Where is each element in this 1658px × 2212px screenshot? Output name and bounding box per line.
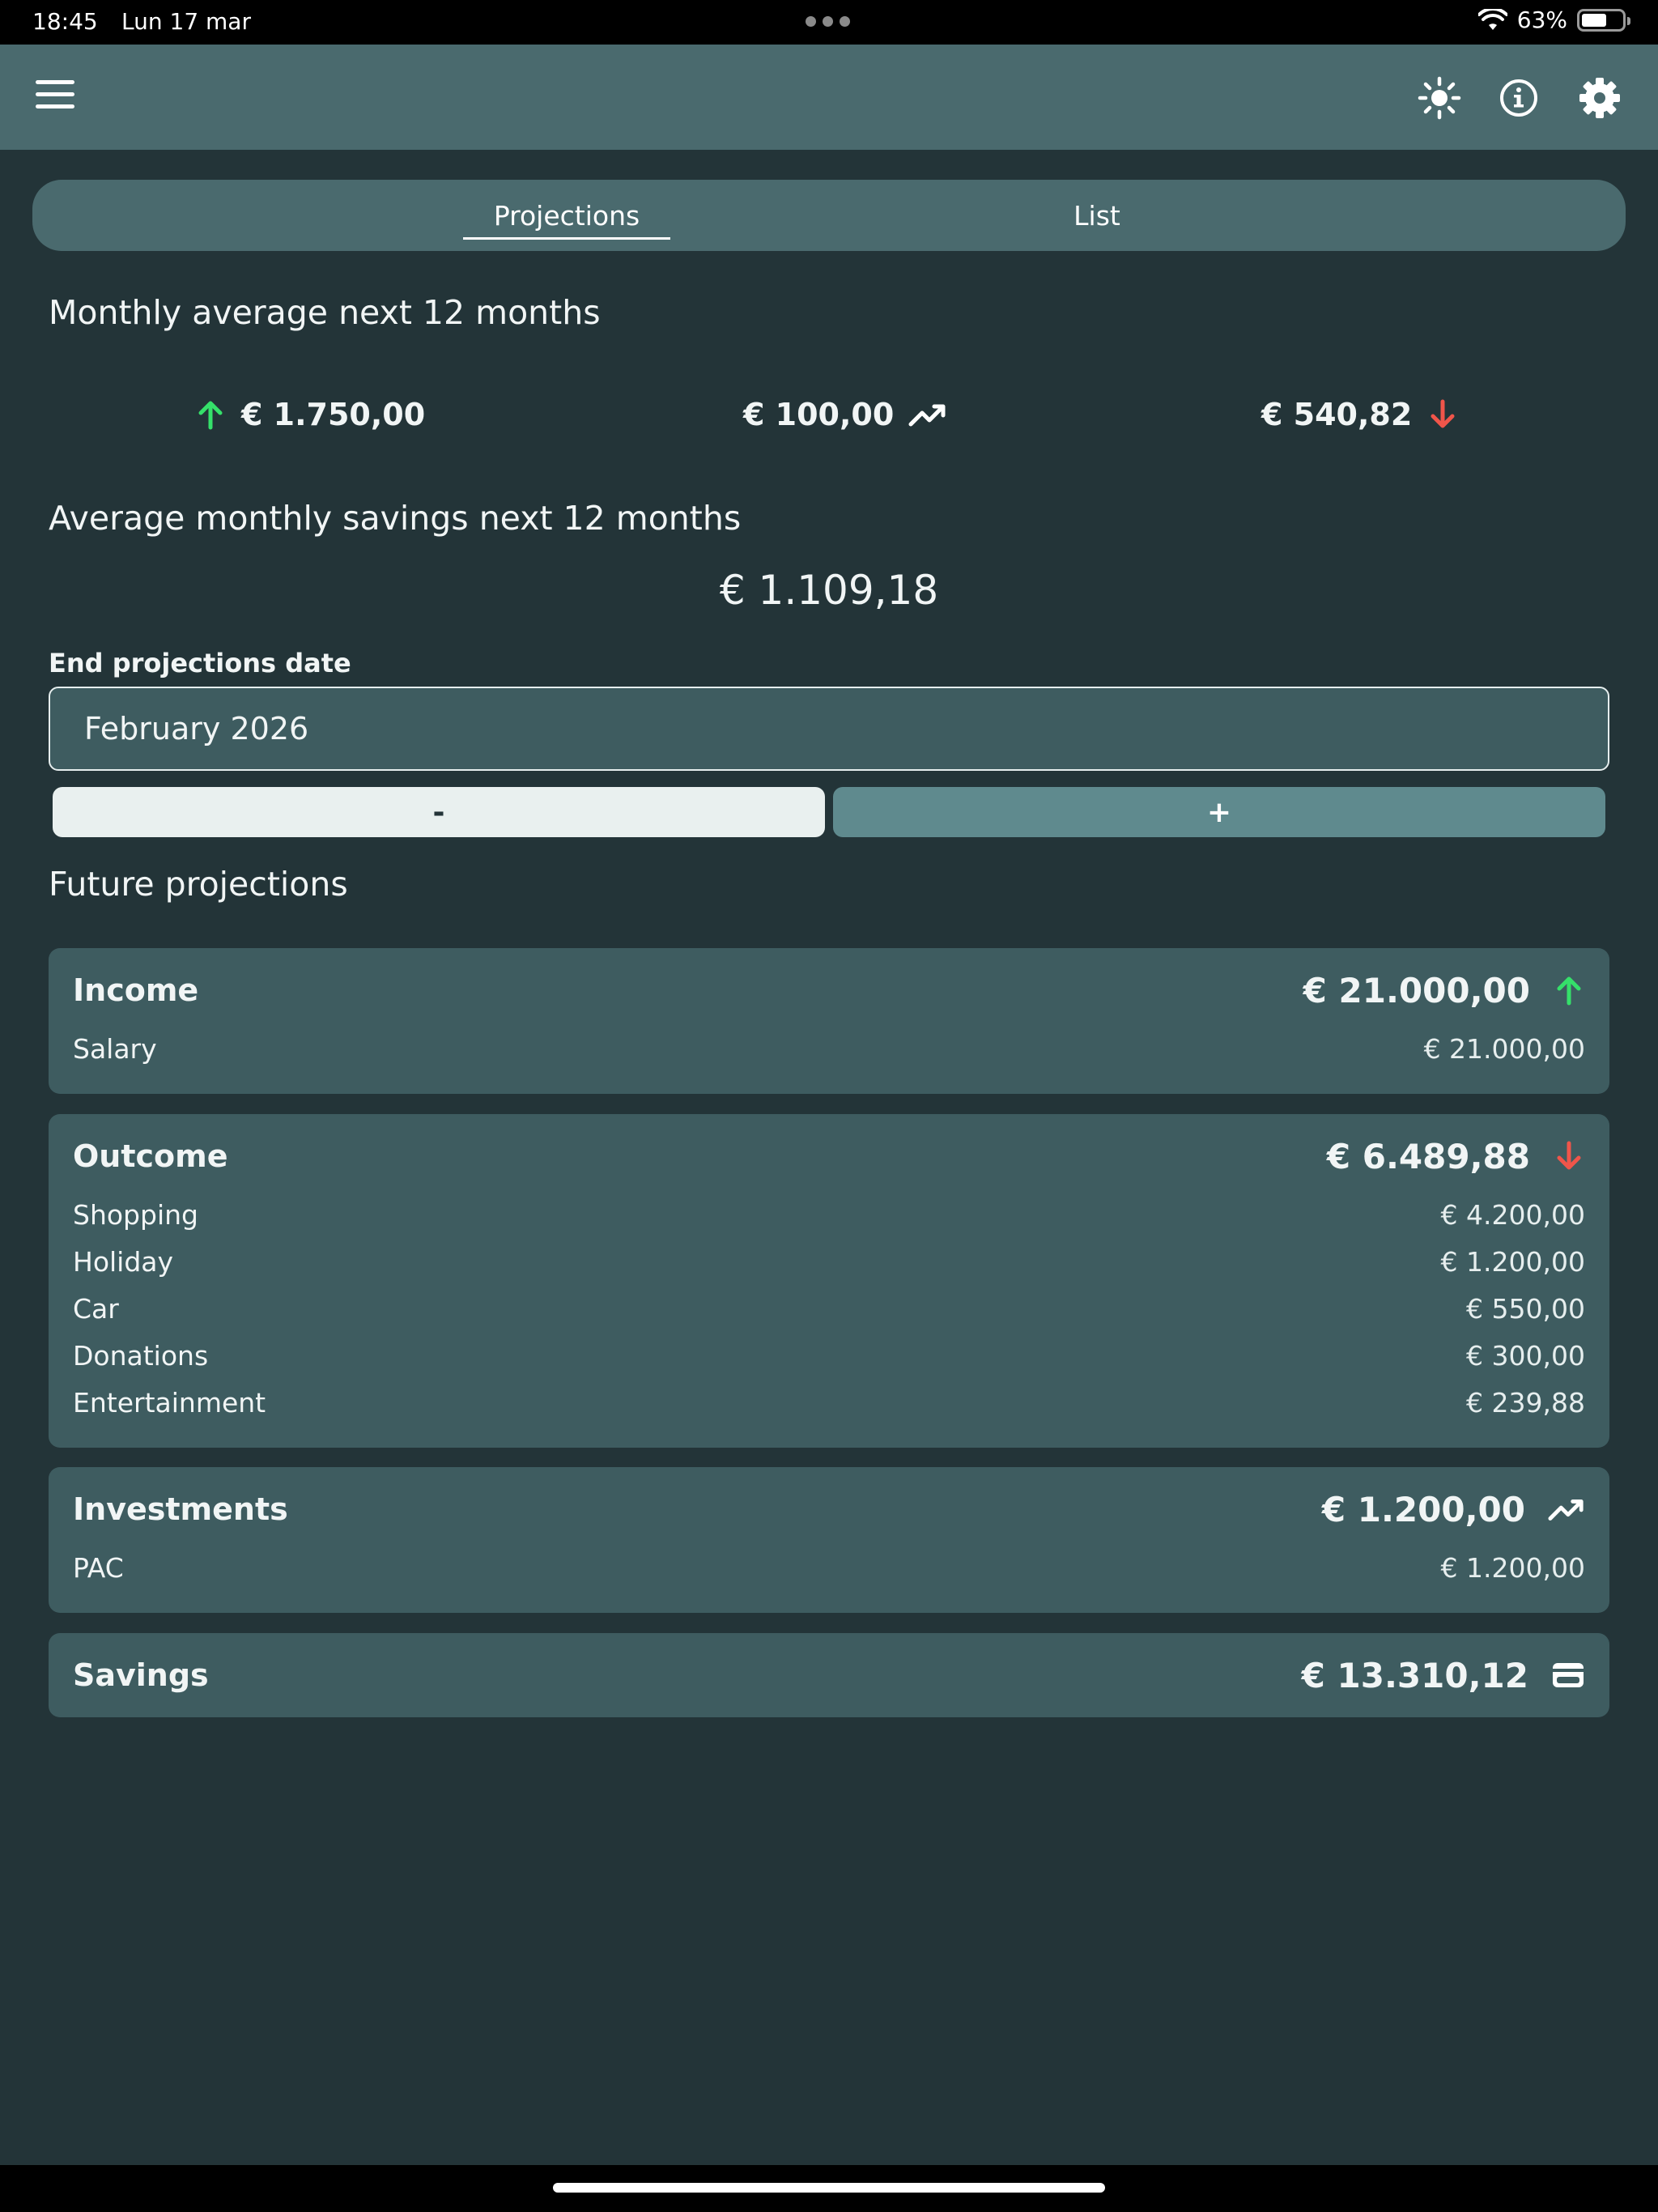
savings-total: € 13.310,12 xyxy=(1302,1656,1585,1695)
battery-icon xyxy=(1577,8,1630,32)
list-item: Car € 550,00 xyxy=(73,1285,1585,1332)
income-card-header: Income € 21.000,00 xyxy=(73,948,1585,1032)
status-time: 18:45 xyxy=(32,8,98,35)
outcome-card-header: Outcome € 6.489,88 xyxy=(73,1114,1585,1198)
avg-outcome: € 540,82 xyxy=(1261,397,1459,432)
tab-list[interactable]: List xyxy=(1032,180,1162,251)
avg-investments: € 100,00 xyxy=(743,397,947,432)
income-total: € 21.000,00 xyxy=(1303,971,1585,1010)
list-item: Donations € 300,00 xyxy=(73,1332,1585,1379)
savings-card-header: Savings € 13.310,12 xyxy=(73,1633,1585,1717)
outcome-title: Outcome xyxy=(73,1138,228,1174)
item-label: Car xyxy=(73,1292,119,1325)
list-item: PAC € 1.200,00 xyxy=(73,1544,1585,1591)
savings-card: Savings € 13.310,12 xyxy=(49,1633,1609,1717)
investments-card-header: Investments € 1.200,00 xyxy=(73,1467,1585,1551)
trending-up-icon xyxy=(1548,1499,1584,1521)
item-label: Holiday xyxy=(73,1245,174,1278)
info-icon[interactable] xyxy=(1496,75,1541,121)
item-label: Salary xyxy=(73,1032,157,1065)
item-label: PAC xyxy=(73,1551,124,1584)
item-amount: € 1.200,00 xyxy=(1440,1245,1585,1278)
list-item: Shopping € 4.200,00 xyxy=(73,1191,1585,1238)
arrow-up-icon xyxy=(1557,976,1581,1006)
tab-projections[interactable]: Projections xyxy=(461,180,672,251)
future-projections-title: Future projections xyxy=(49,865,348,904)
item-amount: € 300,00 xyxy=(1466,1339,1585,1372)
trending-up-icon xyxy=(908,404,946,427)
view-tabs: Projections List xyxy=(32,180,1626,251)
income-total-value: € 21.000,00 xyxy=(1303,970,1530,1010)
status-date: Lun 17 mar xyxy=(121,8,251,35)
monthly-average-title: Monthly average next 12 months xyxy=(49,293,601,332)
wallet-icon xyxy=(1553,1663,1584,1687)
arrow-down-icon xyxy=(1431,399,1455,428)
investments-total: € 1.200,00 xyxy=(1322,1490,1585,1529)
item-label: Entertainment xyxy=(73,1386,266,1419)
increment-button[interactable]: + xyxy=(833,787,1605,837)
item-amount: € 21.000,00 xyxy=(1423,1032,1585,1065)
bottom-bar xyxy=(0,2165,1658,2212)
avg-income: € 1.750,00 xyxy=(194,397,425,432)
investments-title: Investments xyxy=(73,1491,288,1527)
gear-icon[interactable] xyxy=(1577,75,1622,121)
item-amount: € 550,00 xyxy=(1466,1292,1585,1325)
arrow-up-icon xyxy=(198,401,223,430)
list-item: Salary € 21.000,00 xyxy=(73,1025,1585,1072)
savings-title: Savings xyxy=(73,1657,209,1693)
list-item: Holiday € 1.200,00 xyxy=(73,1238,1585,1285)
end-date-field[interactable]: February 2026 xyxy=(49,687,1609,771)
average-savings-value: € 1.109,18 xyxy=(719,567,939,614)
avg-outcome-value: € 540,82 xyxy=(1261,397,1413,432)
item-amount: € 1.200,00 xyxy=(1440,1551,1585,1584)
sun-icon[interactable] xyxy=(1417,75,1462,121)
income-card: Income € 21.000,00 Salary € 21.000,00 xyxy=(49,948,1609,1094)
end-date-label: End projections date xyxy=(49,648,351,678)
item-amount: € 239,88 xyxy=(1466,1386,1585,1419)
item-amount: € 4.200,00 xyxy=(1440,1198,1585,1231)
item-label: Shopping xyxy=(73,1198,198,1231)
outcome-total: € 6.489,88 xyxy=(1327,1137,1585,1176)
status-bar: 18:45 Lun 17 mar 63% xyxy=(0,0,1658,45)
investments-card: Investments € 1.200,00 PAC € 1.200,00 xyxy=(49,1467,1609,1613)
battery-percent: 63% xyxy=(1516,6,1567,33)
app-bar xyxy=(0,45,1658,150)
decrement-button[interactable]: - xyxy=(53,787,825,837)
savings-total-value: € 13.310,12 xyxy=(1301,1655,1528,1695)
item-label: Donations xyxy=(73,1339,209,1372)
income-title: Income xyxy=(73,972,199,1008)
hamburger-icon[interactable] xyxy=(36,80,74,113)
investments-total-value: € 1.200,00 xyxy=(1321,1489,1525,1529)
wifi-icon xyxy=(1477,8,1507,30)
avg-income-value: € 1.750,00 xyxy=(241,397,426,432)
outcome-card: Outcome € 6.489,88 Shopping € 4.200,00 H… xyxy=(49,1114,1609,1448)
avg-investments-value: € 100,00 xyxy=(743,397,895,432)
multitasking-dots[interactable] xyxy=(806,16,850,27)
home-indicator[interactable] xyxy=(553,2183,1105,2193)
outcome-total-value: € 6.489,88 xyxy=(1326,1136,1530,1176)
status-right: 63% xyxy=(1477,6,1630,33)
arrow-down-icon xyxy=(1557,1141,1581,1170)
list-item: Entertainment € 239,88 xyxy=(73,1379,1585,1426)
average-savings-title: Average monthly savings next 12 months xyxy=(49,499,742,538)
